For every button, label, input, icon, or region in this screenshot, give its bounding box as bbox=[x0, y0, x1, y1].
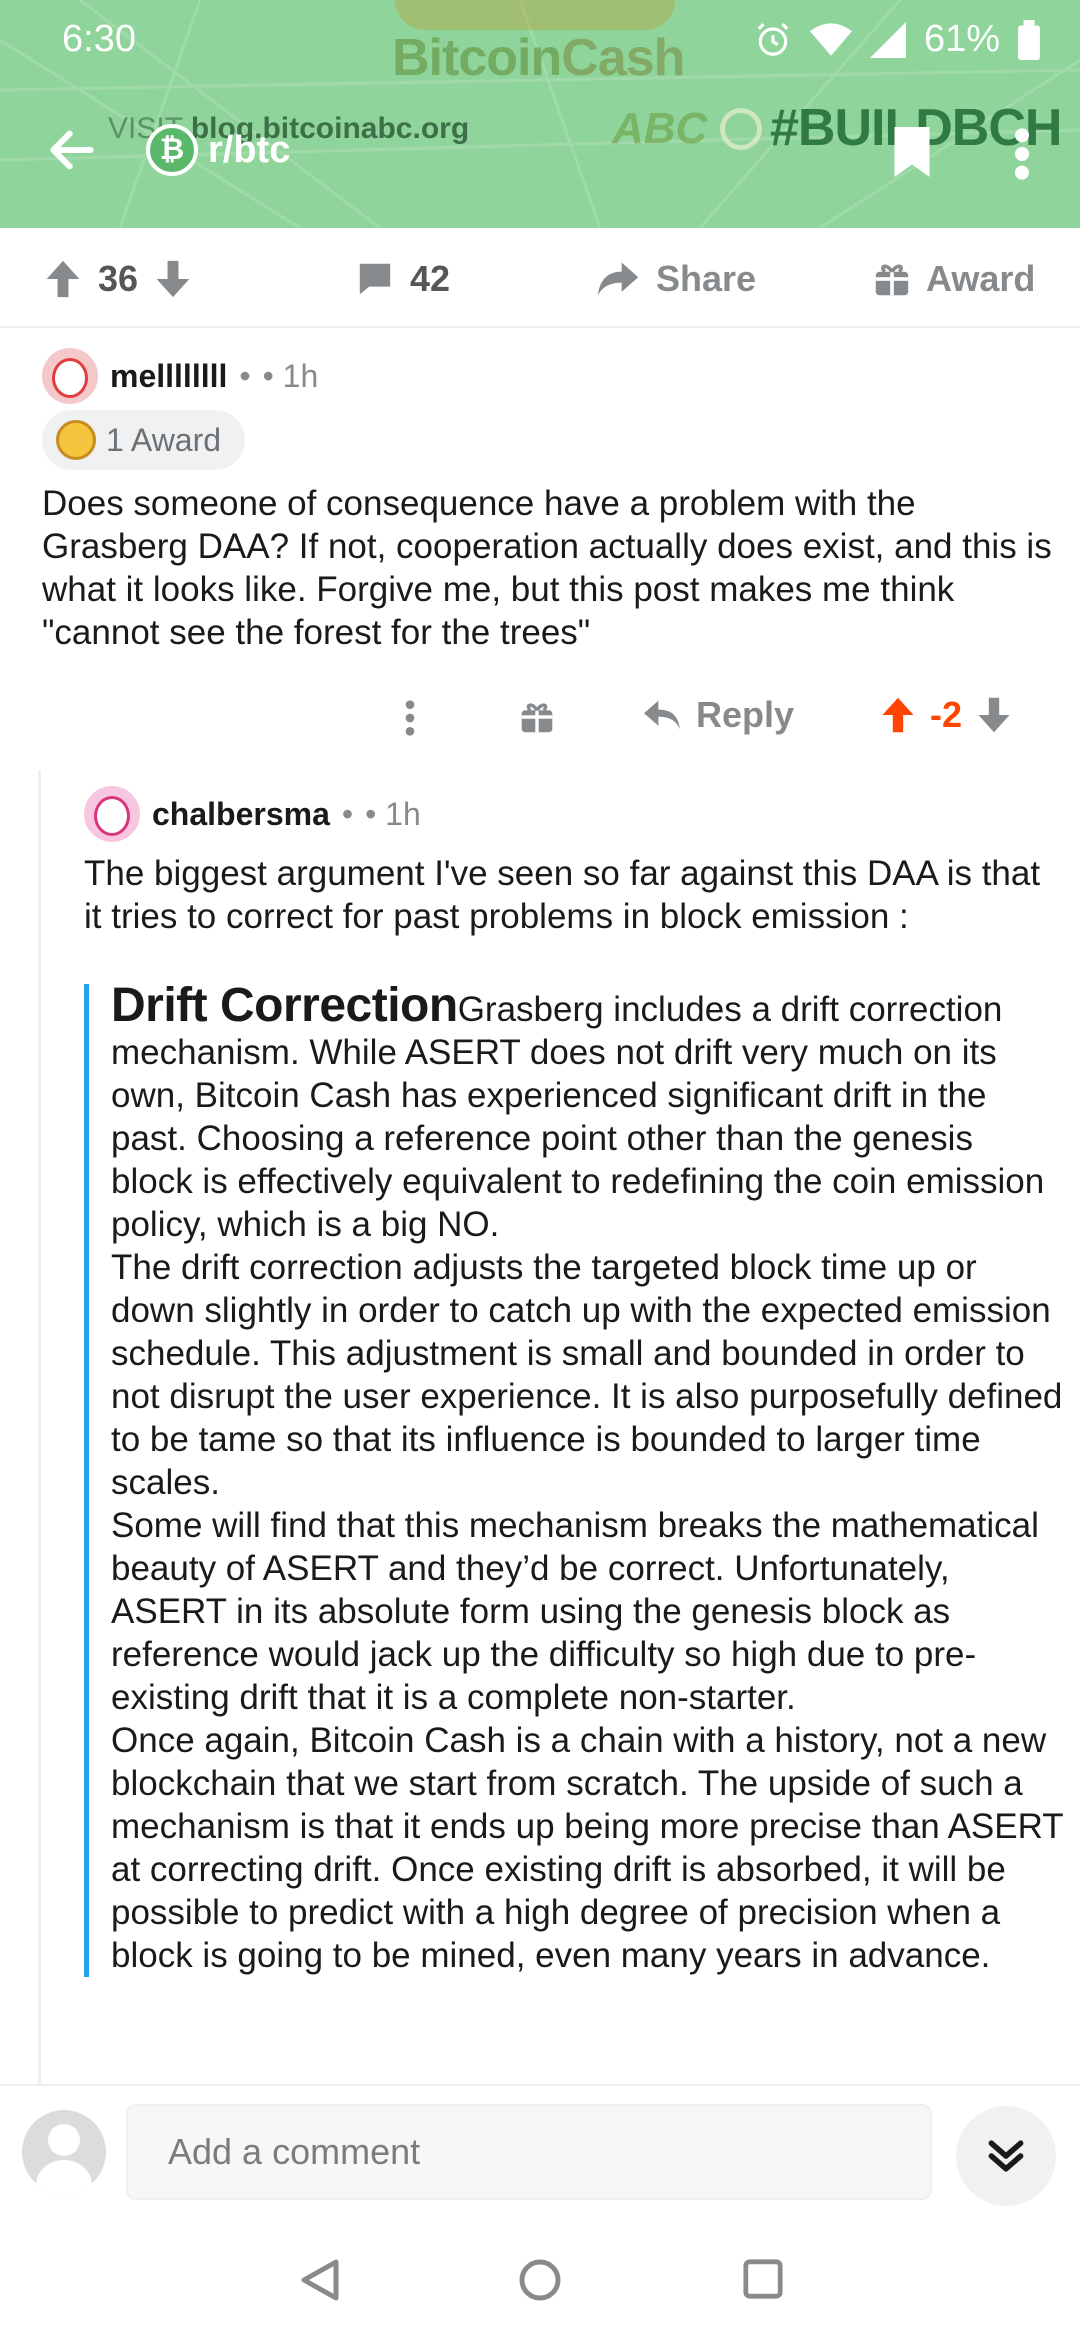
wifi-icon bbox=[809, 22, 852, 56]
battery-percent: 61% bbox=[923, 18, 1000, 60]
quote-paragraph: Some will find that this mechanism break… bbox=[111, 1506, 1039, 1717]
banner-abc-logo: ABC bbox=[612, 104, 708, 153]
upvote-icon[interactable] bbox=[44, 259, 82, 299]
subreddit-name: r/btc bbox=[208, 128, 291, 171]
award-pill[interactable]: 1 Award bbox=[42, 410, 246, 470]
award-button[interactable]: Award bbox=[874, 258, 1035, 300]
gift-icon bbox=[875, 264, 909, 296]
comment-body: Does someone of consequence have a probl… bbox=[42, 484, 1052, 652]
award-icon bbox=[56, 420, 96, 460]
more-vertical-icon[interactable] bbox=[400, 698, 420, 738]
share-button[interactable]: Share bbox=[596, 258, 756, 300]
post-header: BitcoinCash VISIT blog.bitcoinabc.org AB… bbox=[0, 0, 1080, 228]
share-label: Share bbox=[656, 258, 757, 299]
back-arrow-icon[interactable] bbox=[44, 122, 100, 178]
more-vertical-icon[interactable] bbox=[1010, 126, 1034, 182]
android-home-icon[interactable] bbox=[518, 2258, 562, 2302]
user-avatar[interactable] bbox=[22, 2110, 106, 2194]
quote-paragraph: The drift correction adjusts the targete… bbox=[111, 1248, 1063, 1502]
add-comment-bar: Add a comment bbox=[0, 2084, 1080, 2218]
status-time: 6:30 bbox=[62, 18, 136, 60]
share-icon bbox=[597, 262, 639, 296]
reply-label: Reply bbox=[696, 694, 795, 735]
android-nav-bar bbox=[0, 2218, 1080, 2340]
reply-icon bbox=[644, 700, 680, 730]
avatar[interactable] bbox=[42, 348, 98, 404]
subreddit-chip[interactable]: ₿ r/btc bbox=[146, 124, 290, 176]
android-recents-icon[interactable] bbox=[742, 2258, 784, 2300]
double-chevron-down-icon bbox=[988, 2140, 1024, 2172]
meta-separator: • bbox=[239, 357, 251, 394]
comment-author[interactable]: chalbersma bbox=[152, 796, 330, 833]
comment-score: -2 bbox=[930, 694, 963, 735]
comment-body: The biggest argument I've seen so far ag… bbox=[84, 854, 1041, 936]
post-action-row: 36 42 Share Award bbox=[0, 228, 1080, 328]
status-bar: 6:30 61% bbox=[0, 0, 1080, 80]
comment-actions: Reply -2 bbox=[0, 680, 1080, 750]
add-comment-input[interactable]: Add a comment bbox=[126, 2104, 932, 2200]
quote-title: Drift Correction bbox=[111, 979, 458, 1032]
quote-paragraph: Once again, Bitcoin Cash is a chain with… bbox=[111, 1721, 1063, 1975]
bookmark-icon[interactable] bbox=[892, 124, 932, 180]
blockquote: Drift CorrectionGrasberg includes a drif… bbox=[84, 982, 1064, 1977]
comment-author[interactable]: mellllllll bbox=[110, 358, 227, 395]
comment-vote-group: -2 bbox=[880, 694, 1012, 736]
status-icons: 61% bbox=[754, 18, 1040, 61]
award-label: Award bbox=[926, 258, 1036, 299]
signal-icon bbox=[869, 21, 906, 58]
comments-button[interactable]: 42 bbox=[356, 258, 450, 300]
post-vote-group: 36 bbox=[44, 258, 192, 300]
downvote-icon[interactable] bbox=[154, 259, 192, 299]
avatar[interactable] bbox=[84, 786, 140, 842]
battery-icon bbox=[1018, 19, 1040, 60]
comments-count: 42 bbox=[410, 258, 451, 299]
comment-time: • 1h bbox=[262, 357, 319, 394]
jump-next-comment-button[interactable] bbox=[956, 2106, 1056, 2206]
comment-icon bbox=[359, 263, 391, 295]
subreddit-icon: ₿ bbox=[146, 124, 198, 176]
android-back-icon[interactable] bbox=[300, 2258, 340, 2302]
thread-line[interactable] bbox=[38, 770, 41, 2090]
post-vote-count: 36 bbox=[98, 258, 139, 299]
reply-button[interactable]: Reply bbox=[642, 694, 794, 736]
alarm-icon bbox=[757, 22, 789, 56]
gift-icon[interactable] bbox=[520, 700, 554, 734]
comment-header: chalbersma • • 1h bbox=[84, 786, 421, 842]
downvote-icon[interactable] bbox=[976, 696, 1012, 734]
award-count-label: 1 Award bbox=[106, 421, 222, 458]
comment-header: mellllllll • • 1h bbox=[42, 348, 318, 404]
meta-separator: • bbox=[341, 795, 354, 832]
comment-time: • 1h bbox=[365, 795, 421, 832]
bch-coin-icon bbox=[720, 108, 762, 150]
upvote-icon[interactable] bbox=[880, 696, 916, 734]
